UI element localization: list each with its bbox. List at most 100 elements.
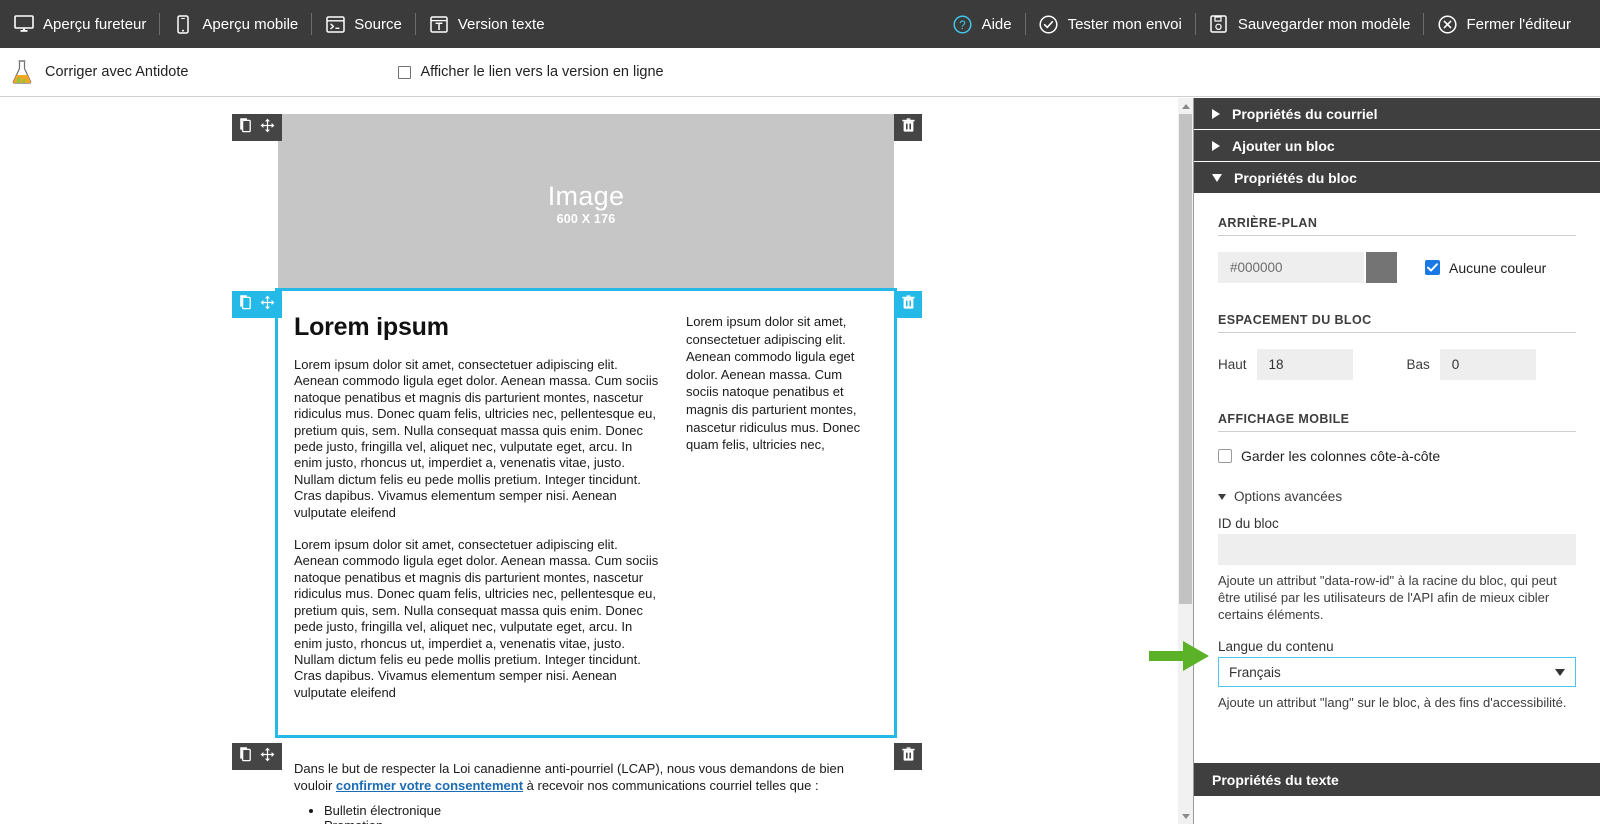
section-email-properties[interactable]: Propriétés du courriel: [1194, 98, 1600, 130]
confirm-consent-link[interactable]: confirmer votre consentement: [336, 778, 523, 793]
list-item: Bulletin électronique: [324, 803, 878, 819]
text-version-icon: [429, 14, 449, 34]
duplicate-block-icon[interactable]: [239, 746, 253, 767]
text-version-button[interactable]: Version texte: [416, 0, 558, 48]
toolbar-left-group: Aperçu fureteur Aperçu mobile Source Ver…: [0, 0, 558, 48]
advanced-options-label: Options avancées: [1234, 489, 1343, 504]
save-disk-icon: [1209, 14, 1229, 34]
chevron-right-icon: [1212, 108, 1220, 119]
svg-text:?: ?: [959, 20, 965, 32]
chevron-right-icon: [1212, 140, 1220, 151]
source-label: Source: [354, 15, 402, 33]
divider: [1218, 235, 1576, 236]
online-version-label: Afficher le lien vers la version en lign…: [420, 64, 664, 80]
lorem-heading: Lorem ipsum: [294, 313, 449, 341]
trash-icon[interactable]: [901, 117, 915, 138]
column-right[interactable]: Lorem ipsum dolor sit amet, consectetuer…: [678, 291, 894, 735]
panel-scrollbar[interactable]: [1178, 98, 1193, 824]
email-body: Image 600 X 176 Lorem ipsum Lorem ipsum …: [232, 114, 922, 824]
scroll-up-arrow-icon[interactable]: [1178, 98, 1193, 114]
move-block-icon[interactable]: [260, 295, 275, 315]
preview-mobile-button[interactable]: Aperçu mobile: [160, 0, 311, 48]
advanced-options-toggle[interactable]: Options avancées: [1218, 489, 1576, 504]
list-item: Promotion: [324, 818, 878, 824]
divider: [1218, 431, 1576, 432]
keep-columns-checkbox[interactable]: [1218, 449, 1232, 463]
test-send-button[interactable]: Tester mon envoi: [1026, 0, 1195, 48]
email-canvas[interactable]: Image 600 X 176 Lorem ipsum Lorem ipsum …: [0, 98, 1178, 824]
no-color-option[interactable]: Aucune couleur: [1425, 260, 1546, 276]
move-block-icon[interactable]: [260, 747, 275, 767]
secondary-toolbar: Corriger avec Antidote Afficher le lien …: [0, 48, 1600, 97]
block-id-label: ID du bloc: [1218, 516, 1279, 531]
background-color-swatch[interactable]: [1366, 252, 1397, 283]
block-handles-lorem[interactable]: [232, 291, 282, 318]
block-handles-consent[interactable]: [232, 743, 282, 771]
source-button[interactable]: Source: [312, 0, 415, 48]
mobile-icon: [173, 14, 193, 34]
consent-intro-after: à recevoir nos communications courriel t…: [523, 777, 819, 793]
code-window-icon: [325, 14, 345, 34]
move-block-icon[interactable]: [260, 118, 275, 138]
keep-columns-label: Garder les colonnes côte-à-côte: [1241, 448, 1441, 464]
close-editor-label: Fermer l'éditeur: [1466, 15, 1571, 33]
save-template-label: Sauvegarder mon modèle: [1237, 15, 1411, 33]
trash-icon[interactable]: [901, 747, 915, 767]
email-block-consent[interactable]: Dans le but de respecter la Loi canadien…: [232, 743, 922, 824]
close-editor-button[interactable]: Fermer l'éditeur: [1424, 0, 1584, 48]
block-id-helper: Ajoute un attribut "data-row-id" à la ra…: [1218, 573, 1557, 622]
lorem-block-body[interactable]: Lorem ipsum Lorem ipsum dolor sit amet, …: [275, 287, 897, 739]
content-language-value: Français: [1229, 664, 1281, 680]
email-block-image[interactable]: Image 600 X 176: [232, 114, 922, 294]
block-properties-body: ARRIÈRE-PLAN #000000 Aucune couleur ESPA…: [1194, 194, 1600, 711]
image-placeholder[interactable]: Image 600 X 176: [278, 114, 894, 294]
trash-icon[interactable]: [901, 294, 915, 315]
column-left[interactable]: Lorem ipsum Lorem ipsum dolor sit amet, …: [278, 291, 678, 735]
green-pointer-arrow: [1149, 638, 1211, 674]
content-language-label: Langue du contenu: [1218, 639, 1334, 654]
check-circle-icon: [1039, 14, 1059, 34]
block-handles-image[interactable]: [232, 114, 282, 141]
help-label: Aide: [981, 15, 1012, 33]
consent-block-body[interactable]: Dans le but de respecter la Loi canadien…: [278, 743, 894, 824]
spacing-bottom-input[interactable]: 0: [1439, 349, 1536, 380]
keep-columns-option[interactable]: Garder les colonnes côte-à-côte: [1218, 448, 1576, 464]
delete-block-consent[interactable]: [894, 743, 922, 771]
antidote-correct-button[interactable]: Corriger avec Antidote: [0, 59, 188, 85]
no-color-label: Aucune couleur: [1449, 259, 1547, 276]
scroll-down-arrow-icon[interactable]: [1178, 808, 1193, 824]
section-email-properties-label: Propriétés du courriel: [1232, 105, 1378, 122]
delete-block-lorem[interactable]: [894, 291, 922, 318]
panel-scroll-thumb[interactable]: [1179, 114, 1192, 604]
content-language-helper: Ajoute un attribut "lang" sur le bloc, à…: [1218, 695, 1567, 710]
spacing-section-title: ESPACEMENT DU BLOC: [1218, 313, 1372, 327]
image-block-body[interactable]: Image 600 X 176: [278, 114, 894, 294]
duplicate-block-icon[interactable]: [239, 117, 253, 138]
duplicate-block-icon[interactable]: [239, 294, 253, 315]
background-color-input[interactable]: #000000: [1218, 252, 1364, 283]
spacing-top-input[interactable]: 18: [1256, 349, 1353, 380]
image-placeholder-title: Image: [547, 180, 625, 211]
content-language-select[interactable]: Français: [1218, 657, 1576, 687]
email-block-lorem[interactable]: Lorem ipsum Lorem ipsum dolor sit amet, …: [232, 287, 922, 739]
preview-mobile-label: Aperçu mobile: [202, 15, 299, 33]
delete-block-image[interactable]: [894, 114, 922, 141]
block-id-input[interactable]: [1218, 534, 1576, 565]
section-text-properties[interactable]: Propriétés du texte: [1194, 763, 1600, 796]
toolbar-right-group: ? Aide Tester mon envoi Sauvegarder mon …: [953, 0, 1600, 48]
save-template-button[interactable]: Sauvegarder mon modèle: [1196, 0, 1424, 48]
flask-icon: [10, 59, 34, 85]
show-online-version-link-option[interactable]: Afficher le lien vers la version en lign…: [398, 64, 664, 80]
spacing-row: Haut 18 Bas 0: [1218, 349, 1576, 380]
online-version-checkbox[interactable]: [398, 65, 412, 79]
section-block-properties-label: Propriétés du bloc: [1234, 169, 1357, 186]
section-add-block[interactable]: Ajouter un bloc: [1194, 130, 1600, 162]
preview-browser-button[interactable]: Aperçu fureteur: [14, 0, 159, 48]
top-toolbar: Aperçu fureteur Aperçu mobile Source Ver…: [0, 0, 1600, 48]
preview-browser-label: Aperçu fureteur: [43, 15, 147, 33]
no-color-checkbox[interactable]: [1425, 260, 1440, 275]
help-button[interactable]: ? Aide: [953, 0, 1025, 48]
section-block-properties[interactable]: Propriétés du bloc: [1194, 162, 1600, 194]
chevron-down-icon: [1555, 668, 1565, 676]
two-column-layout: Lorem ipsum Lorem ipsum dolor sit amet, …: [278, 291, 894, 736]
